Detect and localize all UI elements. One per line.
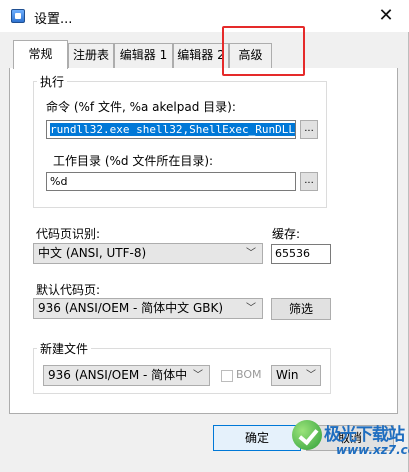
- workdir-browse-button[interactable]: ...: [300, 172, 318, 191]
- window-title: 设置...: [34, 12, 73, 27]
- new-file-codepage-select[interactable]: 936 (ANSI/OEM - 简体中 ﹀: [43, 365, 210, 386]
- title-bar: 设置... ✕: [0, 0, 409, 32]
- command-label: 命令 (%f 文件, %a akelpad 目录):: [46, 100, 236, 114]
- codepage-recognition-value: 中文 (ANSI, UTF-8): [38, 246, 147, 260]
- tab-editor-1[interactable]: 编辑器 1: [114, 43, 173, 68]
- tab-editor-2[interactable]: 编辑器 2: [173, 43, 229, 68]
- tab-page-general: 执行 命令 (%f 文件, %a akelpad 目录): rundll32.e…: [9, 68, 398, 414]
- chevron-down-icon: ﹀: [306, 370, 316, 381]
- chevron-down-icon: ﹀: [193, 370, 203, 381]
- chevron-down-icon: ﹀: [246, 303, 256, 314]
- default-codepage-label: 默认代码页:: [36, 283, 101, 297]
- execute-legend: 执行: [37, 73, 68, 90]
- codepage-recognition-label: 代码页识别:: [36, 227, 101, 241]
- ok-button[interactable]: 确定: [213, 425, 301, 451]
- command-browse-button[interactable]: ...: [300, 120, 318, 139]
- newline-select[interactable]: Win ﹀: [271, 365, 321, 386]
- bom-label: BOM: [236, 368, 262, 381]
- close-icon[interactable]: ✕: [375, 5, 397, 27]
- watermark-text: 极光下载站: [324, 425, 405, 445]
- tab-registry[interactable]: 注册表: [68, 43, 114, 68]
- new-file-codepage-value: 936 (ANSI/OEM - 简体中: [48, 368, 188, 382]
- workdir-label: 工作目录 (%d 文件所在目录):: [53, 154, 214, 168]
- watermark-logo-icon: [292, 420, 322, 450]
- app-icon: [11, 9, 25, 23]
- bom-checkbox[interactable]: [221, 370, 233, 382]
- buffer-input[interactable]: 65536: [271, 244, 331, 264]
- buffer-label: 缓存:: [272, 227, 301, 241]
- default-codepage-select[interactable]: 936 (ANSI/OEM - 简体中文 GBK) ﹀: [33, 298, 263, 319]
- tab-general[interactable]: 常规: [13, 40, 68, 69]
- new-file-legend: 新建文件: [37, 340, 92, 357]
- default-codepage-value: 936 (ANSI/OEM - 简体中文 GBK): [38, 301, 224, 315]
- newline-value: Win: [276, 368, 299, 382]
- watermark: 极光下载站 www.xz7.com: [292, 418, 409, 466]
- settings-dialog: 设置... ✕ 常规 注册表 编辑器 1 编辑器 2 高级 执行 命令 (%f …: [0, 0, 409, 472]
- workdir-input[interactable]: %d: [46, 172, 296, 191]
- watermark-url: www.xz7.com: [336, 443, 409, 457]
- command-value: rundll32.exe shell32,ShellExec_RunDLL %f: [50, 123, 295, 136]
- chevron-down-icon: ﹀: [246, 248, 256, 259]
- highlight-box: [222, 26, 305, 76]
- filter-button[interactable]: 筛选: [271, 298, 331, 320]
- command-input[interactable]: rundll32.exe shell32,ShellExec_RunDLL %f: [46, 120, 296, 139]
- codepage-recognition-select[interactable]: 中文 (ANSI, UTF-8) ﹀: [33, 243, 263, 264]
